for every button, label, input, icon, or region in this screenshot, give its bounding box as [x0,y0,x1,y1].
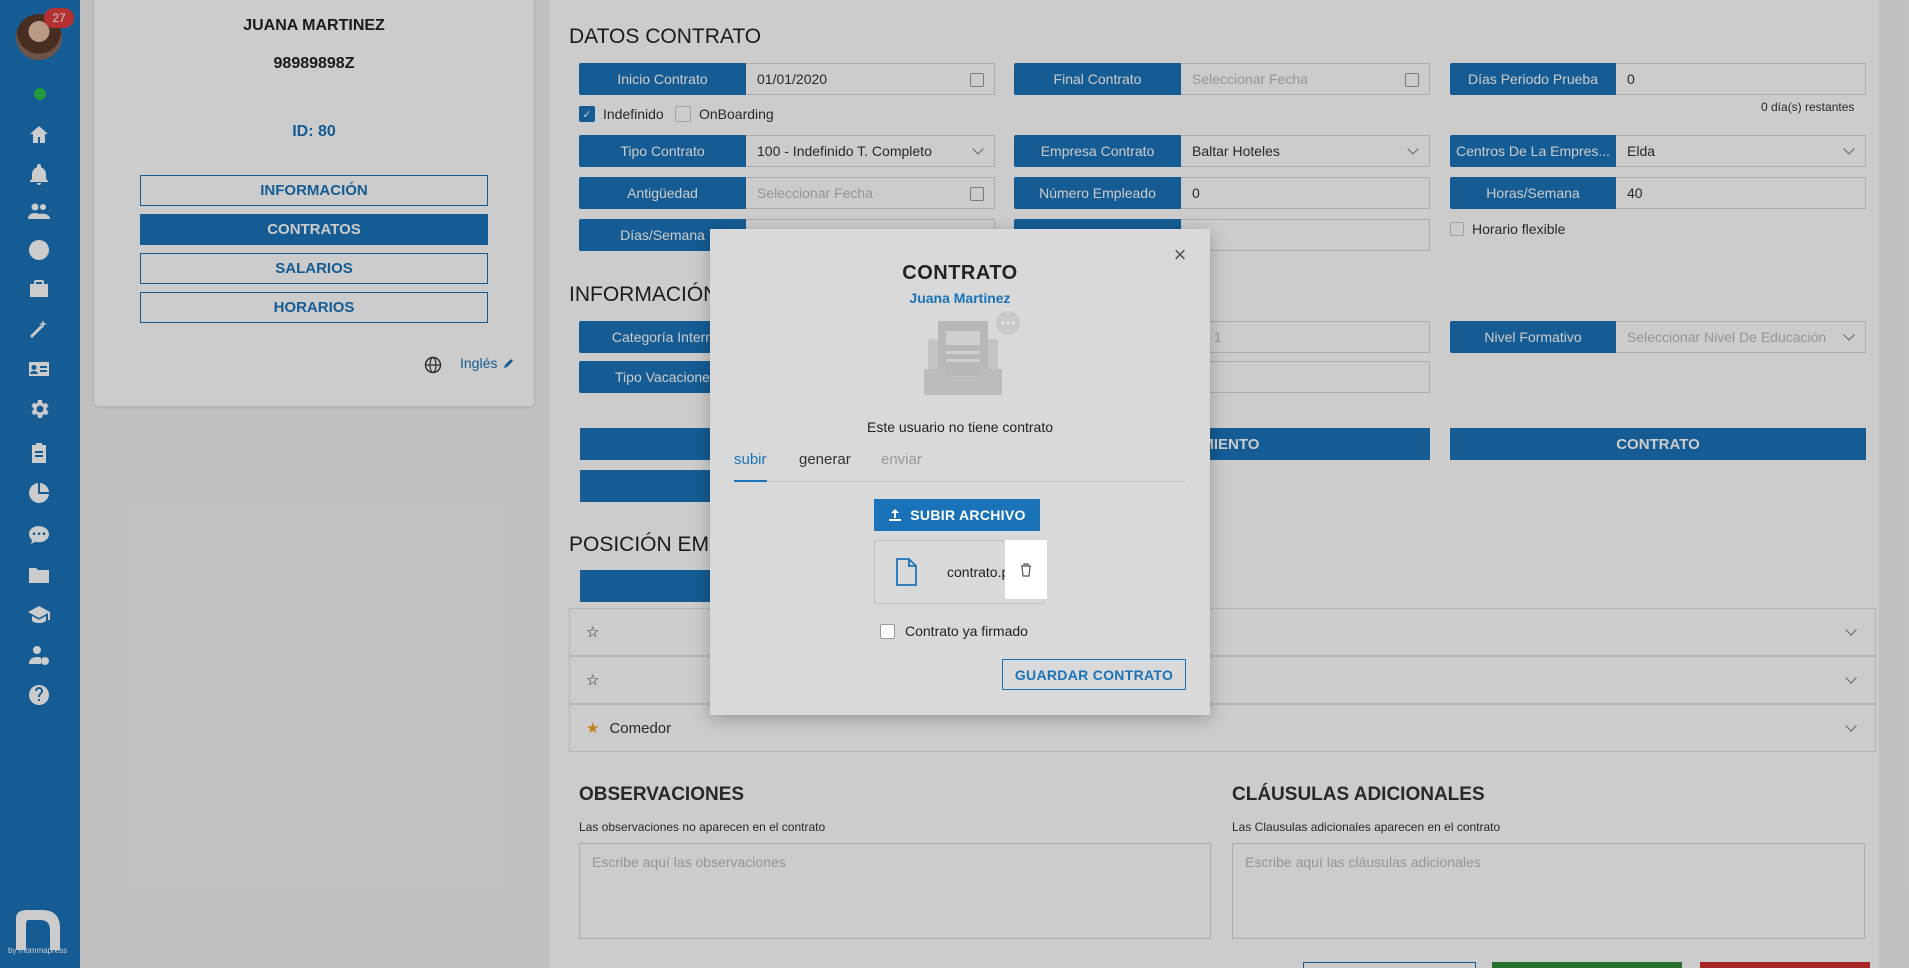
tab-generar[interactable]: generar [799,450,851,482]
trash-icon[interactable] [1005,540,1047,599]
no-contract-message: Este usuario no tiene contrato [866,419,1053,435]
upload-file-button[interactable]: SUBIR ARCHIVO [874,499,1040,531]
modal-tabs: subir generar enviar [734,450,1186,482]
contrato-firmado-checkbox[interactable]: Contrato ya firmado [880,623,1028,639]
empty-inbox-illustration [924,311,1020,395]
tab-subir[interactable]: subir [734,450,767,482]
file-icon [896,558,917,586]
modal-title: CONTRATO [902,262,1018,284]
save-contract-button[interactable]: GUARDAR CONTRATO [1002,659,1186,690]
uploaded-file-card: contrato.pdf [874,540,1047,604]
modal-subtitle: Juana Martinez [909,290,1011,306]
tab-enviar[interactable]: enviar [881,450,922,482]
upload-icon [889,509,902,521]
contract-modal: × CONTRATO Juana Martinez Este usuario n… [710,229,1210,715]
